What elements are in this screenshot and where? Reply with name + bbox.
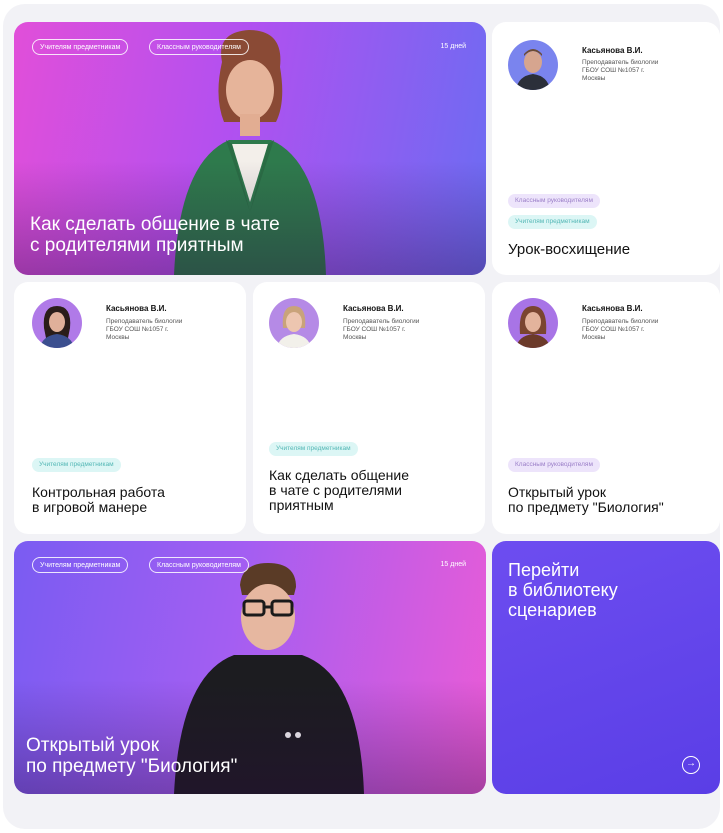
hero-title: Как сделать общение в чате с родителями … (30, 214, 470, 256)
card-title-line1: Открытый урок (508, 484, 606, 500)
author-desc-line1: Преподаватель биологии (582, 318, 659, 325)
author-desc-line2: ГБОУ СОШ №1057 г. (106, 326, 169, 333)
arrow-right-circle-icon[interactable]: → (682, 756, 700, 774)
card-title: Как сделать общение в чате с родителями … (269, 468, 409, 513)
author-description: Преподаватель биологии ГБОУ СОШ №1057 г.… (343, 318, 423, 342)
cta-line2: в библиотеку (508, 580, 618, 600)
scenario-card-test-game[interactable]: Касьянова В.И. Преподаватель биологии ГБ… (14, 282, 246, 534)
hero-card-open-lesson[interactable]: Учителям предметникам Классным руководит… (14, 541, 486, 794)
author-description: Преподаватель биологии ГБОУ СОШ №1057 г.… (106, 318, 186, 342)
author-desc-line1: Преподаватель биологии (582, 59, 659, 66)
card-title-line1: Контрольная работа (32, 484, 165, 500)
author-desc-line2: ГБОУ СОШ №1057 г. (582, 67, 645, 74)
hero-title: Открытый урок по предмету "Биология" (26, 735, 466, 777)
duration-label: 15 дней (440, 561, 466, 568)
card-title-line2: в чате с родителями (269, 482, 402, 498)
card-title-line2: в игровой манере (32, 499, 148, 515)
author-desc-line3: Москвы (582, 75, 606, 82)
author-description: Преподаватель биологии ГБОУ СОШ №1057 г.… (582, 59, 662, 83)
card-title-line1: Как сделать общение (269, 467, 409, 483)
card-title: Открытый урок по предмету "Биология" (508, 485, 664, 515)
hero-title-line1: Как сделать общение в чате (30, 214, 280, 235)
card-title-line2: по предмету "Биология" (508, 499, 664, 515)
author-desc-line3: Москвы (106, 334, 130, 341)
tag-teachers[interactable]: Учителям предметникам (508, 215, 597, 229)
scenario-card-open-lesson[interactable]: Касьянова В.И. Преподаватель биологии ГБ… (492, 282, 720, 534)
author-desc-line3: Москвы (582, 334, 606, 341)
tag-class-teachers[interactable]: Классным руководителям (149, 557, 249, 573)
tag-teachers[interactable]: Учителям предметникам (32, 458, 121, 472)
avatar-woman-dark-hair (32, 298, 82, 348)
hero-card-chat[interactable]: Учителям предметникам Классным руководит… (14, 22, 486, 275)
avatar-woman-brown-hair (508, 298, 558, 348)
hero-title-line2: по предмету "Биология" (26, 756, 238, 777)
scenario-card-chat[interactable]: Касьянова В.И. Преподаватель биологии ГБ… (253, 282, 485, 534)
tag-teachers[interactable]: Учителям предметникам (32, 557, 129, 573)
author-name: Касьянова В.И. (106, 304, 167, 313)
author-desc-line1: Преподаватель биологии (106, 318, 183, 325)
scenario-card-delight[interactable]: Касьянова В.И. Преподаватель биологии ГБ… (492, 22, 720, 275)
card-title: Урок-восхищение (508, 241, 631, 258)
library-cta-card[interactable]: Перейти в библиотеку сценариев → (492, 541, 720, 794)
tag-teachers[interactable]: Учителям предметникам (269, 442, 358, 456)
author-name: Касьянова В.И. (343, 304, 404, 313)
author-desc-line3: Москвы (343, 334, 367, 341)
hero-title-line2: с родителями приятным (30, 235, 244, 256)
card-title-line3: приятным (269, 497, 334, 513)
tag-teachers[interactable]: Учителям предметникам (32, 39, 129, 55)
duration-label: 15 дней (440, 43, 466, 50)
author-name: Касьянова В.И. (582, 46, 643, 55)
author-desc-line2: ГБОУ СОШ №1057 г. (343, 326, 406, 333)
cta-line3: сценариев (508, 600, 597, 620)
tag-class-teachers[interactable]: Классным руководителям (508, 458, 600, 472)
tag-class-teachers[interactable]: Классным руководителям (508, 194, 600, 208)
author-name: Касьянова В.И. (582, 304, 643, 313)
author-desc-line1: Преподаватель биологии (343, 318, 420, 325)
tag-class-teachers[interactable]: Классным руководителям (149, 39, 249, 55)
avatar-man (508, 40, 558, 90)
avatar-woman-blonde (269, 298, 319, 348)
card-title: Контрольная работа в игровой манере (32, 485, 165, 515)
hero-title-line1: Открытый урок (26, 735, 159, 756)
author-desc-line2: ГБОУ СОШ №1057 г. (582, 326, 645, 333)
author-description: Преподаватель биологии ГБОУ СОШ №1057 г.… (582, 318, 662, 342)
cta-line1: Перейти (508, 560, 580, 580)
cta-title: Перейти в библиотеку сценариев (508, 560, 678, 620)
